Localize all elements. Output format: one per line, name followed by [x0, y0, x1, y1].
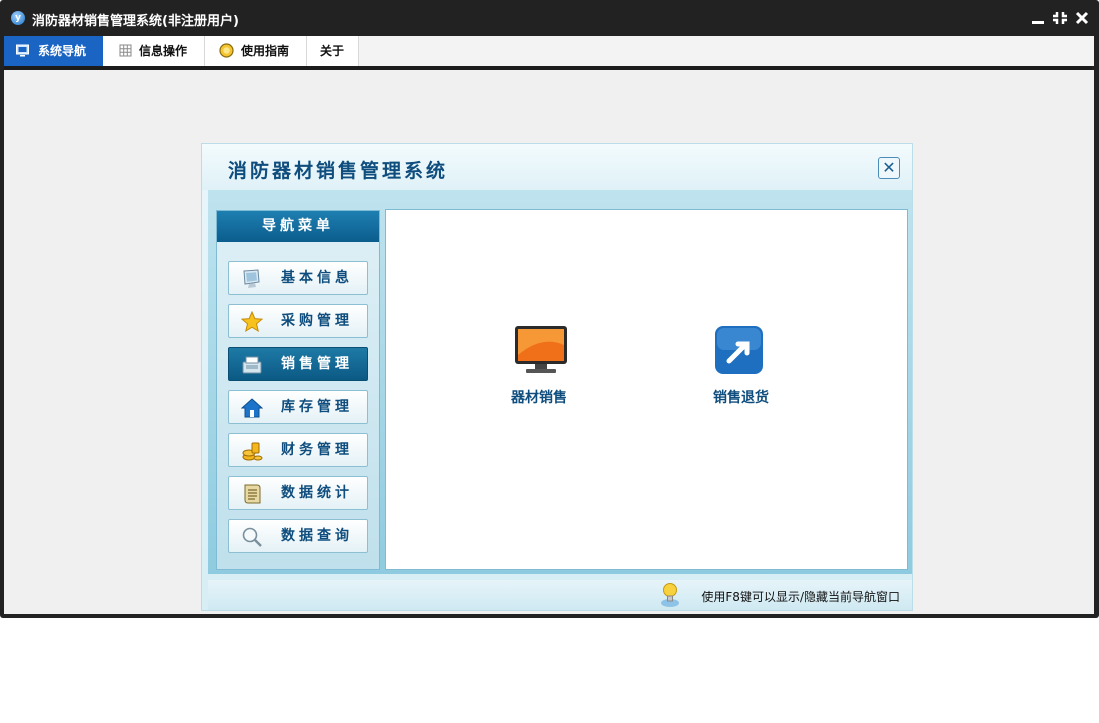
- nav-item-label: 基本信息: [281, 270, 353, 286]
- nav-item-statistics[interactable]: 数据统计: [228, 476, 368, 510]
- nav-item-basic-info[interactable]: 基本信息: [228, 261, 368, 295]
- nav-item-label: 数据统计: [281, 485, 353, 501]
- restore-button[interactable]: [1052, 9, 1068, 27]
- nav-item-inventory[interactable]: 库存管理: [228, 390, 368, 424]
- nav-item-label: 采购管理: [281, 313, 353, 329]
- nav-menu-header: 导航菜单: [217, 211, 379, 242]
- window-title: 消防器材销售管理系统(非注册用户): [32, 14, 239, 29]
- tab-info-operation[interactable]: 信息操作: [103, 36, 205, 66]
- tab-about[interactable]: 关于: [307, 36, 359, 66]
- nav-menu-panel: 导航菜单 基本信息 采购管理 销售管理 库存管理 财务管理 数据统计 数据查询: [216, 210, 380, 570]
- monitor-icon: [243, 269, 260, 288]
- cash-register-icon: [242, 356, 262, 374]
- minimize-icon: [1032, 21, 1044, 24]
- close-icon: [1075, 11, 1089, 25]
- dialog-footer: 使用F8键可以显示/隐藏当前导航窗口: [208, 580, 912, 610]
- feature-label: 器材销售: [511, 390, 567, 406]
- dialog-body: 导航菜单 基本信息 采购管理 销售管理 库存管理 财务管理 数据统计 数据查询 …: [208, 190, 912, 574]
- tab-label: 使用指南: [241, 44, 290, 58]
- tab-label: 信息操作: [139, 44, 188, 58]
- navigation-dialog: 消防器材销售管理系统 ✕ 导航菜单 基本信息 采购管理 销售管理 库存管理 财务…: [201, 143, 913, 611]
- nav-content-area: 器材销售 销售退货: [385, 209, 908, 570]
- feature-label: 销售退货: [713, 390, 769, 406]
- nav-item-label: 数据查询: [281, 528, 353, 544]
- tab-user-guide[interactable]: 使用指南: [205, 36, 307, 66]
- feature-equipment-sales[interactable]: 器材销售: [484, 325, 594, 417]
- dialog-title: 消防器材销售管理系统: [228, 160, 449, 182]
- nav-item-label: 库存管理: [281, 399, 353, 415]
- nav-item-label: 销售管理: [281, 356, 353, 372]
- nav-item-query[interactable]: 数据查询: [228, 519, 368, 553]
- tab-system-navigation[interactable]: 系统导航: [4, 36, 103, 66]
- restore-icon: [1053, 12, 1067, 24]
- close-window-button[interactable]: [1074, 9, 1090, 27]
- nav-item-sales[interactable]: 销售管理: [228, 347, 368, 381]
- magnifier-icon: [242, 527, 262, 547]
- monitor-icon: [16, 44, 29, 57]
- dialog-header[interactable]: 消防器材销售管理系统 ✕: [202, 144, 912, 190]
- coin-icon: [219, 43, 234, 58]
- display-icon: [515, 326, 567, 373]
- lightbulb-icon: [661, 583, 679, 607]
- star-icon: [241, 311, 263, 333]
- tab-bar: 系统导航 信息操作 使用指南 关于: [4, 36, 1094, 66]
- dialog-close-button[interactable]: ✕: [878, 157, 900, 179]
- tab-label: 系统导航: [38, 44, 87, 58]
- document-icon: [244, 484, 261, 504]
- footer-hint-text: 使用F8键可以显示/隐藏当前导航窗口: [701, 590, 900, 604]
- tab-label: 关于: [320, 44, 345, 58]
- nav-item-purchase[interactable]: 采购管理: [228, 304, 368, 338]
- home-icon: [241, 398, 263, 418]
- return-arrow-icon: [715, 326, 763, 374]
- grid-icon: [119, 44, 132, 57]
- feature-sales-return[interactable]: 销售退货: [686, 325, 796, 417]
- nav-item-finance[interactable]: 财务管理: [228, 433, 368, 467]
- title-bar[interactable]: y 消防器材销售管理系统(非注册用户): [0, 0, 1099, 36]
- coins-icon: [242, 442, 263, 461]
- app-logo-icon: y: [11, 11, 25, 25]
- nav-item-label: 财务管理: [281, 442, 353, 458]
- minimize-button[interactable]: [1030, 9, 1046, 27]
